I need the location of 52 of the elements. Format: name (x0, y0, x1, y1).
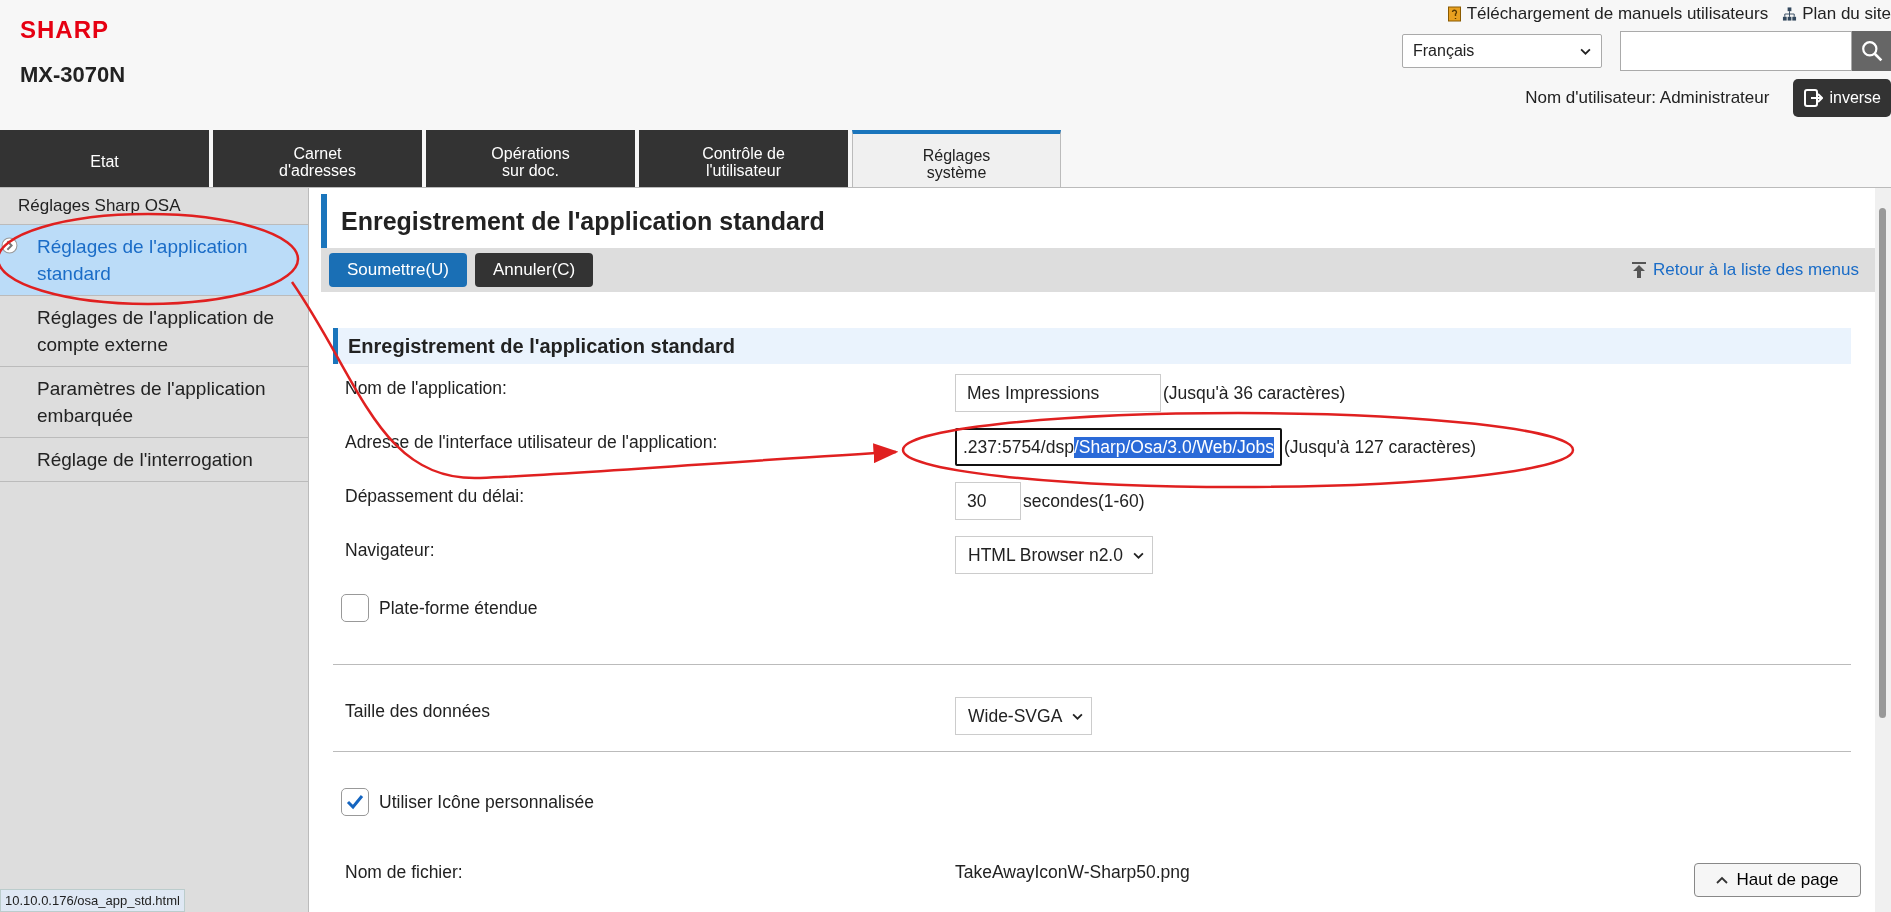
sidebar-item[interactable]: Réglage de l'interrogation (0, 438, 308, 482)
chevron-down-icon (1132, 551, 1144, 559)
nav-tab[interactable]: Contrôle de l'utilisateur (639, 130, 848, 187)
field-value: TakeAwayIconW-Sharp50.png (955, 861, 1190, 883)
status-url: 10.10.0.176/osa_app_std.html (0, 889, 185, 912)
back-up-icon (1631, 261, 1647, 279)
field-hint: (Jusqu'à 127 caractères) (1284, 436, 1477, 458)
cancel-button[interactable]: Annuler(C) (475, 253, 594, 287)
dropdown[interactable]: Wide-SVGA (955, 697, 1093, 735)
section-title: Enregistrement de l'application standard (333, 328, 1851, 364)
chevron-down-icon (1072, 712, 1084, 720)
input-field[interactable]: 30 (955, 482, 1021, 520)
checkbox[interactable] (341, 788, 369, 816)
field-label: Navigateur: (344, 539, 436, 561)
scrollbar[interactable] (1875, 188, 1891, 912)
header-link[interactable]: Plan du site (1782, 4, 1891, 24)
model-name: MX-3070N (20, 62, 126, 88)
username-label: Nom d'utilisateur: Administrateur (1525, 88, 1770, 108)
field-label: Taille des données (344, 700, 491, 722)
inverse-button[interactable]: inverse (1793, 79, 1891, 117)
nav-tab[interactable]: Opérations sur doc. (426, 130, 635, 187)
search-field[interactable] (1620, 31, 1852, 71)
sidebar-item[interactable]: Paramètres de l'application embarquée (0, 367, 308, 438)
nav-tab[interactable]: Réglages système (852, 130, 1061, 187)
back-to-top-button[interactable]: Haut de page (1694, 863, 1861, 897)
field-hint: (Jusqu'à 36 caractères) (1163, 382, 1346, 404)
field-label: Nom de fichier: (344, 861, 464, 883)
sitemap-icon (1782, 6, 1798, 22)
sidebar-item[interactable]: Réglages de l'application de compte externe (0, 296, 308, 367)
nav-tab[interactable]: Etat (0, 130, 209, 187)
field-hint: secondes(1-60) (1023, 490, 1145, 512)
dropdown[interactable]: HTML Browser n2.0 (955, 536, 1153, 574)
sidebar-item[interactable]: Réglages de l'application standard (0, 225, 308, 296)
logout-icon (1803, 88, 1824, 108)
chevron-down-icon (1580, 47, 1591, 55)
checkbox-label: Utiliser Icône personnalisée (379, 791, 594, 813)
header-link[interactable]: Téléchargement de manuels utilisateurs (1446, 4, 1769, 24)
checkbox-label: Plate-forme étendue (379, 597, 538, 619)
checkmark-icon (345, 792, 365, 812)
back-to-menu-link[interactable]: Retour à la liste des menus (1631, 260, 1859, 280)
checkbox[interactable] (341, 594, 369, 622)
language-select[interactable]: Français (1402, 34, 1602, 68)
chevron-up-icon (1716, 876, 1729, 884)
chevron-right-icon (1, 237, 18, 254)
input-field[interactable]: Mes Impressions (955, 374, 1161, 412)
book-icon (1446, 6, 1462, 22)
nav-tab[interactable]: Carnet d'adresses (213, 130, 422, 187)
submit-button[interactable]: Soumettre(U) (329, 253, 468, 287)
search-icon (1861, 40, 1883, 62)
search-button[interactable] (1852, 31, 1891, 71)
field-label: Dépassement du délai: (344, 485, 525, 507)
logo: SHARP (20, 16, 110, 44)
